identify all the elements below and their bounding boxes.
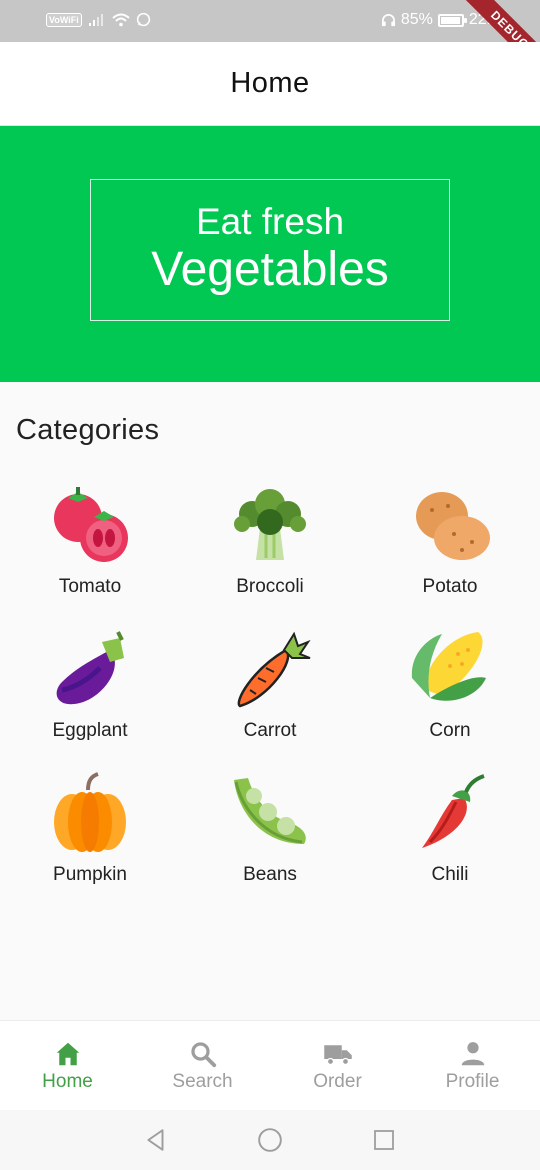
person-icon [461, 1041, 484, 1065]
nav-item-home[interactable]: Home [0, 1021, 135, 1110]
hero-title: Vegetables [151, 243, 389, 296]
category-label: Chili [431, 864, 469, 885]
clock: 22:3 [468, 11, 500, 28]
screen: VoWiFi 85% 22:3 DEBUG Home Eat fresh Veg… [0, 0, 540, 1170]
category-carrot[interactable]: Carrot [180, 628, 360, 772]
nav-item-order[interactable]: Order [270, 1021, 405, 1110]
categories-heading: Categories [16, 414, 160, 446]
category-label: Carrot [243, 720, 297, 741]
nav-item-search[interactable]: Search [135, 1021, 270, 1110]
battery-percent: 85% [400, 11, 433, 28]
nav-item-profile[interactable]: Profile [405, 1021, 540, 1110]
signal-icon [88, 13, 103, 26]
category-label: Broccoli [236, 576, 304, 597]
pumpkin-icon [54, 772, 126, 852]
category-label: Tomato [58, 576, 122, 597]
home-circle-icon [258, 1128, 282, 1152]
search-icon [190, 1041, 216, 1067]
page-title: Home [230, 67, 310, 99]
hero-banner: Eat fresh Vegetables [0, 126, 540, 382]
category-label: Potato [422, 576, 478, 597]
nav-label-search: Search [172, 1070, 233, 1092]
wifi-icon [112, 13, 130, 26]
whatsapp-icon [136, 12, 150, 27]
category-potato[interactable]: Potato [360, 484, 540, 628]
home-icon [56, 1042, 79, 1065]
battery-level-fill [440, 16, 460, 24]
potato-icon [416, 492, 490, 560]
status-right: 85% 22:3 [381, 11, 500, 29]
category-label: Pumpkin [53, 864, 127, 885]
category-tomato[interactable]: Tomato [0, 484, 180, 628]
status-left: VoWiFi [46, 12, 151, 27]
headset-icon [381, 13, 395, 26]
category-corn[interactable]: Corn [360, 628, 540, 772]
carrot-icon [237, 631, 311, 708]
beans-icon [234, 778, 306, 844]
corn-icon [411, 632, 486, 701]
category-label: Eggplant [52, 720, 128, 741]
broccoli-icon [234, 489, 306, 560]
chili-icon [422, 774, 485, 848]
category-pumpkin[interactable]: Pumpkin [0, 772, 180, 916]
status-bar: VoWiFi 85% 22:3 DEBUG [0, 0, 540, 80]
system-nav [0, 1110, 540, 1170]
app-bar: Home [0, 42, 540, 126]
tomato-icon [54, 487, 128, 562]
nav-label-order: Order [313, 1070, 362, 1092]
recents-button[interactable] [367, 1123, 401, 1157]
category-beans[interactable]: Beans [180, 772, 360, 916]
nav-label-profile: Profile [445, 1070, 500, 1092]
category-eggplant[interactable]: Eggplant [0, 628, 180, 772]
back-button[interactable] [139, 1123, 173, 1157]
home-button[interactable] [253, 1123, 287, 1157]
recents-icon [374, 1130, 394, 1150]
eggplant-icon [56, 631, 124, 705]
bottom-nav: Home Search Order Profile [0, 1020, 540, 1110]
network-label: VoWiFi [46, 12, 82, 27]
back-icon [147, 1129, 164, 1151]
nav-label-home: Home [42, 1070, 93, 1092]
category-broccoli[interactable]: Broccoli [180, 484, 360, 628]
category-label: Corn [429, 720, 471, 741]
hero-subtitle: Eat fresh [195, 201, 345, 242]
truck-icon [323, 1044, 352, 1065]
categories-grid: Tomato Broccoli Potato Eggplant Carrot C… [0, 484, 540, 916]
battery-icon [437, 13, 467, 27]
category-chili[interactable]: Chili [360, 772, 540, 916]
category-label: Beans [243, 864, 297, 885]
hero-frame: Eat fresh Vegetables [90, 179, 450, 321]
